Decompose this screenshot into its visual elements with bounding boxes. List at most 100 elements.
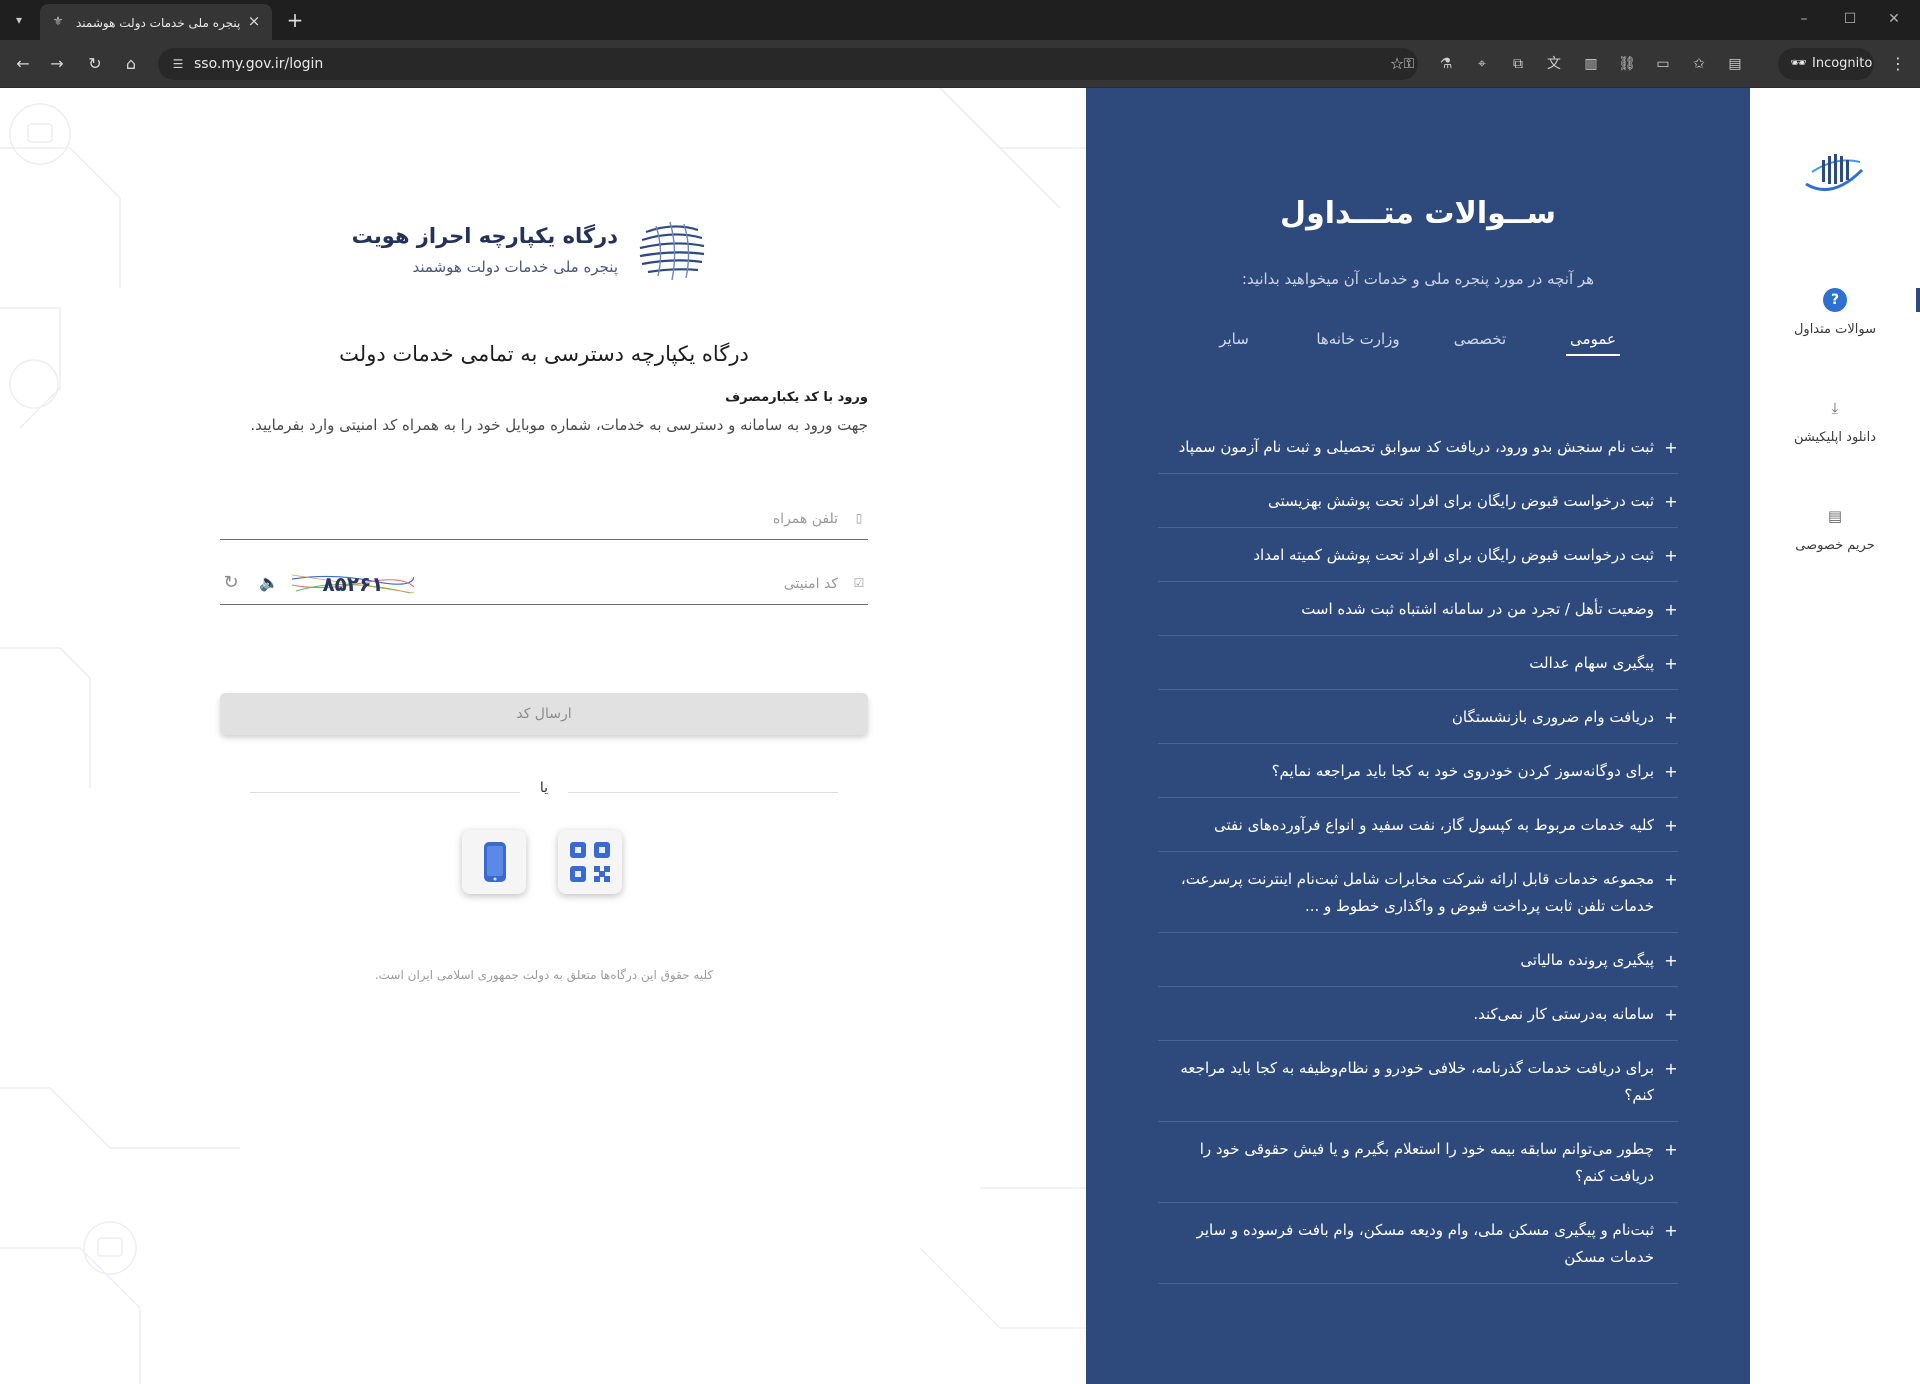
browser-menu-icon[interactable]: ⋮ [1888,53,1908,75]
faq-question[interactable]: ثبت نام سنجش بدو ورود، دریافت کد سوابق ت… [1158,434,1678,461]
captcha-field[interactable]: ☑ ۸۵۲۶۱ 🔈 ↻ [220,563,868,605]
faq-question[interactable]: پیگیری سهام عدالت [1158,650,1678,677]
faq-panel: ســوالات متـــداول هر آنچه در مورد پنجره… [1086,88,1750,1384]
window-close-icon[interactable]: ✕ [1884,8,1904,30]
captcha-text: ۸۵۲۶۱ [322,572,384,596]
faq-item[interactable]: + دریافت وام ضروری بازنشستگان [1158,690,1678,744]
faq-question[interactable]: وضعیت تأهل / تجرد من در سامانه اشتباه ثب… [1158,596,1678,623]
faq-item[interactable]: + کلیه خدمات مربوط به کپسول گاز، نفت سفید… [1158,798,1678,852]
reader-mode-icon[interactable]: ▥ [1580,53,1602,75]
faq-item[interactable]: + برای دریافت خدمات گذرنامه، خلافی خودرو … [1158,1041,1678,1122]
sidebar-item-download-app[interactable]: ⤓ دانلود اپلیکیشن [1760,396,1910,466]
refresh-captcha-icon[interactable]: ↻ [220,571,242,595]
back-arrow-icon[interactable]: ← [12,53,34,75]
tab-search-chevron-icon[interactable]: ▾ [8,9,30,31]
url-text[interactable]: sso.my.gov.ir/login [194,55,323,73]
faq-item[interactable]: + مجموعه خدمات قابل ارائه شرکت مخابرات شا… [1158,852,1678,933]
faq-item[interactable]: + چطور می‌توانم سابقه بیمه خود را استعلام… [1158,1122,1678,1203]
faq-item[interactable]: + سامانه به‌درستی کار نمی‌کند. [1158,987,1678,1041]
faq-item[interactable]: + ثبت درخواست قبوض رایگان برای افراد تحت … [1158,528,1678,582]
faq-question[interactable]: سامانه به‌درستی کار نمی‌کند. [1158,1001,1678,1028]
plus-icon[interactable]: + [1664,1217,1678,1244]
faq-question[interactable]: چطور می‌توانم سابقه بیمه خود را استعلام … [1158,1136,1678,1190]
side-panel-icon[interactable]: ▤ [1724,53,1746,75]
plus-icon[interactable]: + [1664,947,1678,974]
browser-tab[interactable]: ⚜ پنجره ملی خدمات دولت هوشمند × [40,4,272,40]
plus-icon[interactable]: + [1664,866,1678,893]
plus-icon[interactable]: + [1664,488,1678,515]
faq-question[interactable]: پیگیری پرونده مالیاتی [1158,947,1678,974]
send-code-button[interactable]: ارسال کد [220,693,868,735]
address-bar[interactable]: ☰ sso.my.gov.ir/login ☆ [158,48,1418,80]
sidebar-item-label: حریم خصوصی [1795,538,1875,553]
privacy-icon: ▤ [1827,507,1843,525]
faq-question[interactable]: ثبت درخواست قبوض رایگان برای افراد تحت پ… [1158,488,1678,515]
faq-question[interactable]: ثبت‌نام و پیگیری مسکن ملی، وام ودیعه مسک… [1158,1217,1678,1271]
plus-icon[interactable]: + [1664,1055,1678,1082]
link-icon[interactable]: ⛓ [1616,53,1638,75]
mobile-app-login-button[interactable] [462,830,526,894]
plus-icon[interactable]: + [1664,704,1678,731]
cast-icon[interactable]: ▭ [1652,53,1674,75]
location-pin-icon[interactable]: ⌖ [1471,53,1493,75]
brand-title: درگاه یکپارچه احراز هویت [351,224,618,248]
faq-item[interactable]: + ثبت نام سنجش بدو ورود، دریافت کد سوابق … [1158,420,1678,474]
plus-icon[interactable]: + [1664,596,1678,623]
faq-item[interactable]: + پیگیری پرونده مالیاتی [1158,933,1678,987]
question-icon: ? [1823,288,1847,312]
globe-logo-icon [639,221,705,281]
plus-icon[interactable]: + [1664,542,1678,569]
translate-icon[interactable]: 文 [1543,53,1565,75]
mobile-phone-icon: ▯ [855,511,863,525]
active-indicator [1916,288,1920,312]
favicon-icon: ⚜ [52,14,64,28]
bookmarks-icon[interactable]: ✩ [1688,53,1710,75]
plus-icon[interactable]: + [1664,1136,1678,1163]
plus-icon[interactable]: + [1664,1001,1678,1028]
sidebar-item-faq[interactable]: ? سوالات متداول [1760,288,1910,358]
faq-question[interactable]: برای دریافت خدمات گذرنامه، خلافی خودرو و… [1158,1055,1678,1109]
faq-question[interactable]: دریافت وام ضروری بازنشستگان [1158,704,1678,731]
faq-question[interactable]: کلیه خدمات مربوط به کپسول گاز، نفت سفید … [1158,812,1678,839]
faq-item[interactable]: + ثبت‌نام و پیگیری مسکن ملی، وام ودیعه مس… [1158,1203,1678,1284]
screenshot-icon[interactable]: ⧉ [1507,53,1529,75]
tab-title: پنجره ملی خدمات دولت هوشمند [76,16,241,30]
phone-field[interactable]: ▯ [220,498,868,540]
tab-other[interactable]: سایر [1206,330,1262,354]
site-info-icon[interactable]: ☰ [168,54,188,74]
new-tab-plus-icon[interactable]: + [284,9,306,31]
faq-item[interactable]: + پیگیری سهام عدالت [1158,636,1678,690]
tab-general[interactable]: عمومی [1566,330,1620,356]
sidebar-item-privacy[interactable]: ▤ حریم خصوصی [1760,504,1910,574]
tab-close-icon[interactable]: × [246,13,262,29]
minimize-icon[interactable]: – [1794,8,1814,30]
plus-icon[interactable]: + [1664,812,1678,839]
plus-icon[interactable]: + [1664,434,1678,461]
forward-arrow-icon[interactable]: → [46,53,68,75]
plus-icon[interactable]: + [1664,650,1678,677]
login-description: جهت ورود به سامانه و دسترسی به خدمات، شم… [250,416,868,434]
divider-right [568,792,838,793]
faq-item[interactable]: + ثبت درخواست قبوض رایگان برای افراد تحت … [1158,474,1678,528]
faq-title: ســوالات متـــداول [1280,196,1556,231]
maximize-icon[interactable]: ☐ [1840,8,1860,30]
faq-question[interactable]: ثبت درخواست قبوض رایگان برای افراد تحت پ… [1158,542,1678,569]
phone-input[interactable] [220,498,868,539]
reload-icon[interactable]: ↻ [84,53,106,75]
audio-captcha-icon[interactable]: 🔈 [258,571,280,595]
incognito-badge[interactable]: 🕶 Incognito [1778,48,1874,80]
site-logo-icon[interactable] [1802,150,1866,198]
home-icon[interactable]: ⌂ [120,53,142,75]
faq-item[interactable]: + وضعیت تأهل / تجرد من در سامانه اشتباه ث… [1158,582,1678,636]
plus-icon[interactable]: + [1664,758,1678,785]
password-key-icon[interactable]: ⚿ [1398,53,1420,75]
faq-question[interactable]: برای دوگانه‌سوز کردن خودروی خود به کجا ب… [1158,758,1678,785]
brand-subtitle: پنجره ملی خدمات دولت هوشمند [412,258,619,276]
qr-code-login-button[interactable] [558,830,622,894]
faq-item[interactable]: + برای دوگانه‌سوز کردن خودروی خود به کجا … [1158,744,1678,798]
tab-ministries[interactable]: وزارت خانه‌ها [1310,330,1406,354]
faq-question[interactable]: مجموعه خدمات قابل ارائه شرکت مخابرات شام… [1158,866,1678,920]
extension-icon[interactable]: ⚗ [1435,53,1457,75]
download-icon: ⤓ [1831,399,1839,417]
tab-specialized[interactable]: تخصصی [1448,330,1512,354]
